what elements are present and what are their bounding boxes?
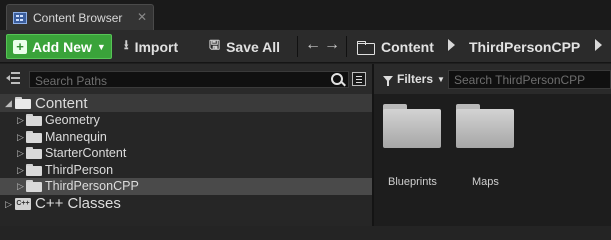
folder-tree: ◢ Content ▷ Geometry ▷ Mannequin ▷ Start… [0, 94, 372, 213]
tab-title: Content Browser [33, 10, 123, 25]
collapsed-arrow-icon[interactable]: ▷ [17, 181, 24, 192]
funnel-icon [383, 76, 393, 86]
add-new-button[interactable]: + Add New ▼ [6, 34, 112, 59]
folder-icon [357, 40, 375, 55]
breadcrumb-chevron-icon[interactable] [595, 39, 602, 51]
tree-item-thirdperson[interactable]: ▷ ThirdPerson [0, 162, 372, 179]
view-options-icon[interactable] [352, 72, 366, 86]
folder-icon [26, 147, 42, 159]
tree-item-geometry[interactable]: ▷ Geometry [0, 112, 372, 129]
cpp-classes-icon: C++ [15, 197, 31, 210]
add-new-label: Add New [32, 38, 92, 55]
sources-search-row [0, 64, 372, 94]
asset-folder-blueprints[interactable]: Blueprints [383, 104, 445, 204]
tree-item-label: ThirdPersonCPP [45, 179, 139, 194]
tab-strip: Content Browser ✕ [0, 0, 611, 30]
toolbar-divider [346, 36, 347, 57]
asset-search-input[interactable] [449, 71, 610, 89]
search-paths-field[interactable] [29, 71, 349, 89]
asset-filter-row: Filters ▼ [374, 64, 611, 94]
collapsed-arrow-icon[interactable]: ▷ [17, 132, 24, 143]
tree-item-content[interactable]: ◢ Content [0, 94, 372, 112]
asset-view: Filters ▼ Blueprints Maps [374, 64, 611, 226]
breadcrumb-label: Content [381, 38, 434, 55]
import-icon: ⭳ [124, 36, 129, 52]
breadcrumb-thirdpersoncpp[interactable]: ThirdPersonCPP [469, 34, 580, 59]
chevron-down-icon: ▼ [96, 41, 106, 52]
folder-icon [383, 104, 441, 148]
folder-label: Blueprints [388, 176, 437, 188]
tree-item-label: C++ Classes [35, 195, 121, 212]
search-paths-input[interactable] [30, 73, 348, 89]
sources-panel: ◢ Content ▷ Geometry ▷ Mannequin ▷ Start… [0, 64, 372, 226]
toolbar: + Add New ▼ ⭳ Import 🖫 Save All ← → Cont… [0, 30, 611, 63]
save-all-label: Save All [226, 38, 281, 55]
filters-label: Filters [397, 72, 434, 86]
collapsed-arrow-icon[interactable]: ▷ [5, 199, 12, 210]
folder-icon [26, 114, 42, 126]
folder-icon [26, 130, 42, 143]
breadcrumb-chevron-icon[interactable] [448, 39, 455, 51]
tree-item-label: Mannequin [45, 129, 107, 144]
tree-item-thirdpersoncpp[interactable]: ▷ ThirdPersonCPP [0, 178, 372, 195]
breadcrumb-label: ThirdPersonCPP [469, 38, 581, 55]
tab-content-browser[interactable]: Content Browser ✕ [6, 4, 154, 30]
folder-open-icon [15, 97, 31, 109]
tree-item-mannequin[interactable]: ▷ Mannequin [0, 129, 372, 146]
tree-item-cpp-classes[interactable]: ▷ C++ C++ Classes [0, 195, 372, 213]
tree-item-label: ThirdPerson [45, 162, 114, 177]
search-icon[interactable] [331, 73, 343, 85]
collapse-sources-icon[interactable] [6, 72, 20, 84]
tree-item-label: Content [35, 94, 88, 112]
expanded-arrow-icon[interactable]: ◢ [5, 98, 12, 109]
breadcrumb-content[interactable]: Content [357, 34, 434, 59]
folder-icon [26, 163, 42, 176]
filters-button[interactable]: Filters ▼ [383, 72, 445, 86]
asset-search-field[interactable] [448, 70, 611, 89]
content-browser-window: Content Browser ✕ + Add New ▼ ⭳ Import 🖫… [0, 0, 611, 226]
import-label: Import [134, 38, 179, 55]
asset-folder-maps[interactable]: Maps [456, 104, 518, 204]
save-all-button[interactable]: 🖫 Save All [209, 34, 280, 59]
toolbar-divider [297, 36, 298, 57]
folder-icon [26, 180, 42, 192]
save-icon: 🖫 [209, 36, 221, 52]
content-browser-icon [13, 11, 27, 24]
collapsed-arrow-icon[interactable]: ▷ [17, 148, 24, 159]
tree-item-label: StarterContent [45, 146, 127, 161]
chevron-down-icon: ▼ [437, 74, 445, 84]
collapsed-arrow-icon[interactable]: ▷ [17, 165, 24, 176]
folder-icon [456, 104, 514, 148]
tree-item-label: Geometry [45, 113, 100, 128]
plus-icon: + [13, 39, 27, 54]
back-arrow-icon[interactable]: ← [305, 36, 321, 54]
tree-item-startercontent[interactable]: ▷ StarterContent [0, 145, 372, 162]
collapsed-arrow-icon[interactable]: ▷ [17, 115, 24, 126]
close-icon[interactable]: ✕ [137, 10, 147, 24]
import-button[interactable]: ⭳ Import [124, 34, 178, 59]
folder-label: Maps [472, 176, 499, 188]
forward-arrow-icon[interactable]: → [324, 36, 340, 54]
